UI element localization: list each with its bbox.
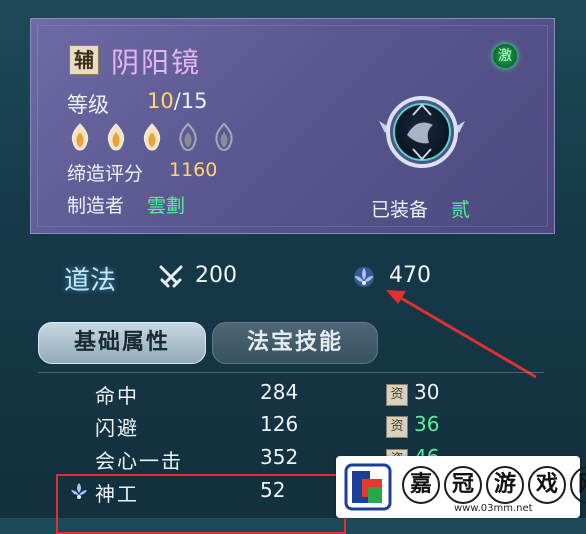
watermark-char: 戏 [528,466,566,504]
watermark-chars: 嘉 冠 游 戏 网 [402,466,586,504]
aptitude-icon: 资 [386,416,408,438]
aptitude-icon: 资 [386,384,408,406]
attribute-name: 闪避 [95,416,139,440]
divider [38,372,544,373]
attribute-row: 命中 284 资 30 [0,380,586,412]
attribute-value: 352 [260,445,299,469]
tab-treasure-skills[interactable]: 法宝技能 [212,322,378,364]
attribute-value: 126 [260,412,299,436]
attribute-value: 284 [260,380,299,404]
watermark-char: 网 [570,466,586,504]
watermark-url: www.03mm.net [454,503,533,514]
attribute-row: 闪避 126 资 36 [0,412,586,444]
site-watermark: 嘉 冠 游 戏 网 www.03mm.net [336,456,586,518]
highlight-box [56,474,346,534]
attribute-name: 会心一击 [95,449,183,473]
aptitude-value: 36 [414,412,440,436]
site-logo-icon [344,463,392,511]
watermark-char: 嘉 [402,466,440,504]
tab-basic-attributes[interactable]: 基础属性 [38,322,206,364]
watermark-char: 游 [486,466,524,504]
aptitude-value: 30 [414,380,440,404]
attribute-name: 命中 [95,384,139,408]
watermark-char: 冠 [444,466,482,504]
